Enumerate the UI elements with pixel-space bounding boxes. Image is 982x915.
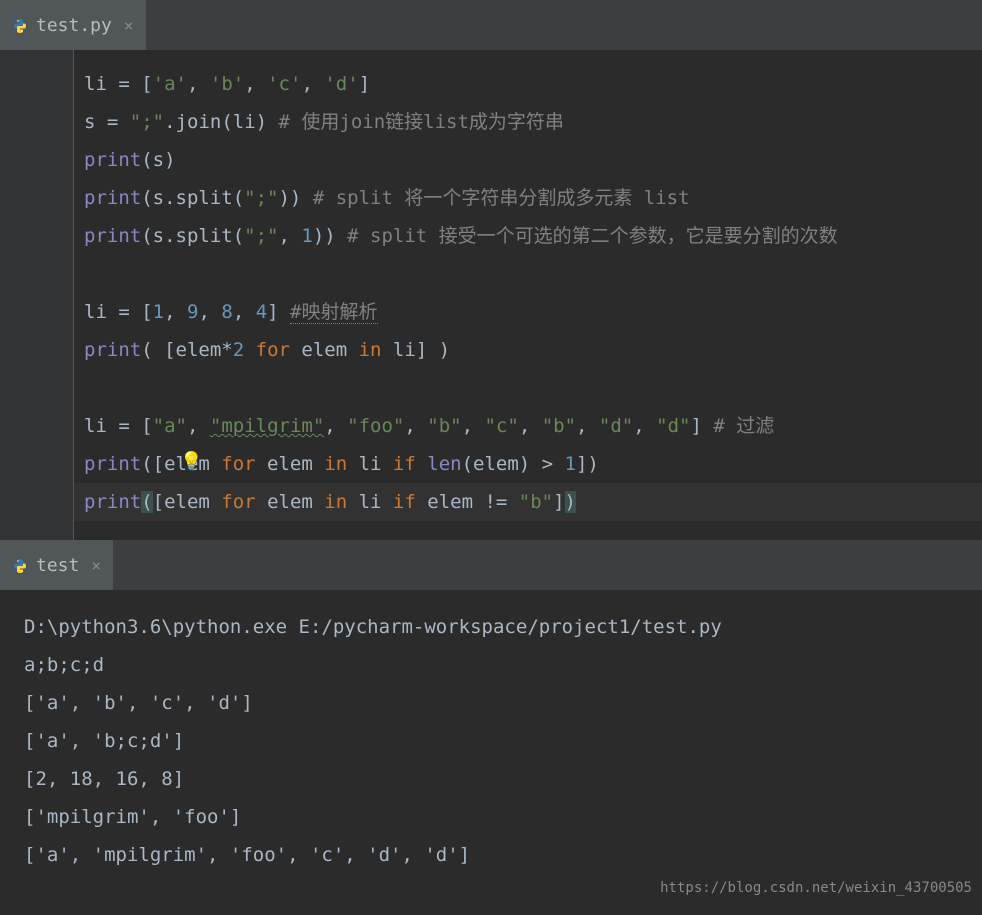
code-line bbox=[84, 255, 972, 293]
lightbulb-icon[interactable]: 💡 bbox=[180, 443, 202, 481]
output-line: [2, 18, 16, 8] bbox=[24, 760, 958, 798]
run-tab[interactable]: test × bbox=[0, 540, 113, 590]
output-line: a;b;c;d bbox=[24, 646, 958, 684]
code-line: print(s.split(";")) # split 将一个字符串分割成多元素… bbox=[84, 179, 972, 217]
close-tab-icon[interactable]: × bbox=[124, 16, 134, 35]
python-run-icon bbox=[12, 557, 28, 573]
code-line: s = ";".join(li) # 使用join链接list成为字符串 bbox=[84, 103, 972, 141]
code-line: print( [elem*2 for elem in li] ) bbox=[84, 331, 972, 369]
code-line bbox=[84, 369, 972, 407]
run-tab-bar: test × bbox=[0, 540, 982, 590]
code-line: li = ["a", "mpilgrim", "foo", "b", "c", … bbox=[84, 407, 972, 445]
run-output[interactable]: D:\python3.6\python.exe E:/pycharm-works… bbox=[0, 590, 982, 915]
code-editor[interactable]: 💡 li = ['a', 'b', 'c', 'd'] s = ";".join… bbox=[0, 50, 982, 540]
output-line: D:\python3.6\python.exe E:/pycharm-works… bbox=[24, 608, 958, 646]
watermark-text: https://blog.csdn.net/weixin_43700505 bbox=[660, 869, 972, 907]
output-line: ['a', 'b;c;d'] bbox=[24, 722, 958, 760]
editor-tab-bar: test.py × bbox=[0, 0, 982, 50]
editor-tab[interactable]: test.py × bbox=[0, 0, 146, 50]
python-file-icon bbox=[12, 17, 28, 33]
code-content[interactable]: 💡 li = ['a', 'b', 'c', 'd'] s = ";".join… bbox=[74, 50, 982, 540]
editor-gutter bbox=[0, 50, 74, 540]
tab-filename: test.py bbox=[36, 15, 112, 36]
code-line: print(s) bbox=[84, 141, 972, 179]
code-line: li = ['a', 'b', 'c', 'd'] bbox=[84, 65, 972, 103]
run-tab-name: test bbox=[36, 555, 79, 576]
output-line: ['a', 'b', 'c', 'd'] bbox=[24, 684, 958, 722]
output-line: ['mpilgrim', 'foo'] bbox=[24, 798, 958, 836]
close-run-tab-icon[interactable]: × bbox=[91, 556, 101, 575]
code-line: print(s.split(";", 1)) # split 接受一个可选的第二… bbox=[84, 217, 972, 255]
code-line: print([elem for elem in li if len(elem) … bbox=[84, 445, 972, 483]
code-line: li = [1, 9, 8, 4] #映射解析 bbox=[84, 293, 972, 331]
